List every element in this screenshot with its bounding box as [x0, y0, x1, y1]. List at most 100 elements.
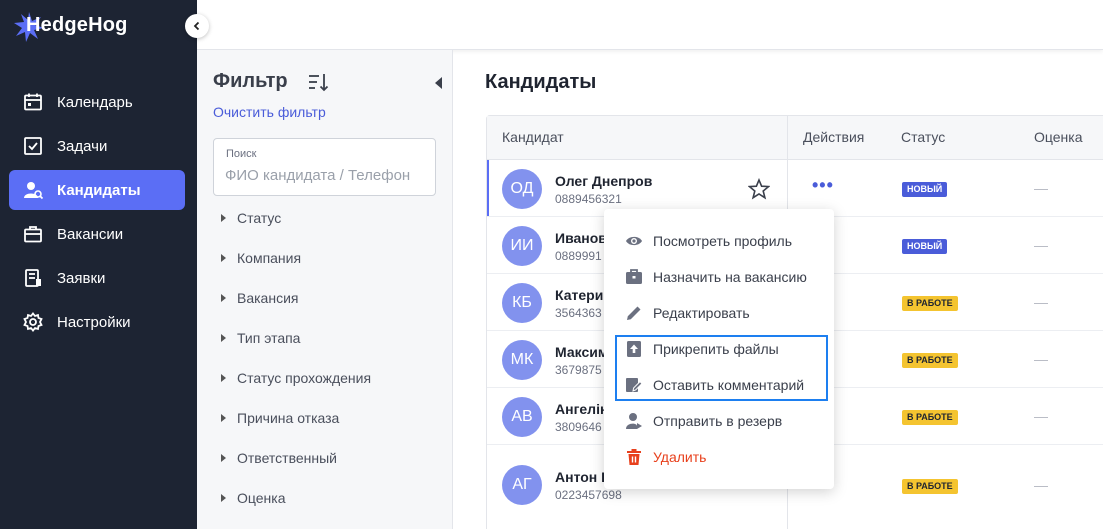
facet-company[interactable]: Компания — [221, 247, 301, 269]
page-title: Кандидаты — [485, 71, 597, 93]
gear-icon — [23, 312, 43, 332]
rating-value: — — [1034, 477, 1048, 493]
sidebar-item-label: Настройки — [57, 313, 131, 331]
sidebar-item-settings[interactable]: Настройки — [9, 302, 185, 342]
avatar: МК — [502, 340, 542, 380]
rating-value: — — [1034, 294, 1048, 310]
sidebar-item-vacancies[interactable]: Вакансии — [9, 214, 185, 254]
sidebar-item-label: Календарь — [57, 93, 133, 111]
table-header: Кандидат Действия Статус Оценка — [487, 116, 1103, 160]
actions-menu-button[interactable]: ••• — [812, 175, 834, 196]
column-header-actions: Действия — [803, 129, 865, 145]
facet-label: Оценка — [237, 490, 286, 506]
upload-file-icon — [625, 340, 643, 358]
trash-icon — [625, 448, 643, 466]
facet-responsible[interactable]: Ответственный — [221, 447, 337, 469]
facet-rating[interactable]: Оценка — [221, 487, 286, 509]
sidebar: HedgeHog Календарь Задачи Кандидаты Вака… — [0, 0, 197, 529]
sidebar-item-label: Заявки — [57, 269, 106, 287]
facet-label: Статус — [237, 210, 282, 226]
search-field[interactable]: Поиск — [213, 138, 436, 196]
comment-edit-icon — [625, 376, 643, 394]
candidate-phone: 3679875 — [555, 363, 602, 377]
status-badge: В РАБОТЕ — [902, 296, 958, 311]
facet-stage-type[interactable]: Тип этапа — [221, 327, 300, 349]
facet-status[interactable]: Статус — [221, 207, 281, 229]
sidebar-item-candidates[interactable]: Кандидаты — [9, 170, 185, 210]
menu-item-label: Редактировать — [653, 305, 750, 321]
sidebar-nav: Календарь Задачи Кандидаты Вакансии Заяв… — [9, 82, 185, 346]
sort-icon[interactable] — [307, 71, 329, 93]
status-badge: В РАБОТЕ — [902, 410, 958, 425]
rating-value: — — [1034, 351, 1048, 367]
sidebar-collapse-button[interactable] — [185, 14, 209, 38]
avatar: ОД — [502, 169, 542, 209]
menu-item-delete[interactable]: Удалить — [604, 439, 834, 475]
candidate-phone: 3809646 — [555, 420, 602, 434]
avatar: АВ — [502, 397, 542, 437]
caret-right-icon — [221, 374, 226, 382]
star-icon[interactable] — [747, 177, 771, 200]
menu-item-send-to-reserve[interactable]: Отправить в резерв — [604, 403, 834, 439]
sidebar-item-label: Кандидаты — [57, 181, 141, 199]
candidate-name[interactable]: Антон Г — [555, 469, 605, 485]
caret-right-icon — [221, 214, 226, 222]
facet-rejection-reason[interactable]: Причина отказа — [221, 407, 339, 429]
menu-item-leave-comment[interactable]: Оставить комментарий — [604, 367, 834, 403]
sidebar-item-requests[interactable]: Заявки — [9, 258, 185, 298]
search-input[interactable] — [225, 164, 425, 186]
checkbox-icon — [23, 136, 43, 156]
avatar: КБ — [502, 283, 542, 323]
pencil-icon — [625, 304, 643, 322]
candidate-name[interactable]: Олег Днепров — [555, 173, 652, 189]
avatar: АГ — [502, 465, 542, 505]
candidate-icon — [23, 180, 43, 200]
menu-item-label: Прикрепить файлы — [653, 341, 779, 357]
facet-vacancy[interactable]: Вакансия — [221, 287, 298, 309]
candidate-name[interactable]: Катери — [555, 287, 605, 303]
eye-icon — [625, 232, 643, 250]
caret-right-icon — [221, 254, 226, 262]
candidate-phone: 0889991 — [555, 249, 602, 263]
clear-filter-link[interactable]: Очистить фильтр — [213, 104, 326, 120]
filter-title: Фильтр — [213, 70, 288, 92]
column-header-candidate[interactable]: Кандидат — [502, 129, 564, 145]
filter-collapse-icon[interactable] — [435, 77, 442, 89]
menu-item-attach-files[interactable]: Прикрепить файлы — [604, 331, 834, 367]
candidate-name[interactable]: Максим — [555, 344, 605, 360]
status-badge: НОВЫЙ — [902, 182, 948, 197]
caret-right-icon — [221, 494, 226, 502]
candidate-phone: 0223457698 — [555, 488, 622, 502]
calendar-icon — [23, 92, 43, 112]
menu-item-label: Оставить комментарий — [653, 377, 805, 393]
person-reserve-icon — [625, 412, 643, 430]
candidate-actions-menu: Посмотреть профиль Назначить на вакансию… — [604, 209, 834, 489]
menu-item-view-profile[interactable]: Посмотреть профиль — [604, 223, 834, 259]
sidebar-item-calendar[interactable]: Календарь — [9, 82, 185, 122]
caret-right-icon — [221, 334, 226, 342]
top-bar — [197, 0, 1103, 50]
menu-item-label: Назначить на вакансию — [653, 269, 807, 285]
candidate-phone: 3564363 — [555, 306, 602, 320]
app-logo[interactable]: HedgeHog — [14, 12, 127, 42]
menu-item-assign-vacancy[interactable]: Назначить на вакансию — [604, 259, 834, 295]
menu-item-edit[interactable]: Редактировать — [604, 295, 834, 331]
rating-value: — — [1034, 237, 1048, 253]
briefcase-icon — [23, 224, 43, 244]
column-header-status[interactable]: Статус — [901, 129, 945, 145]
facet-label: Причина отказа — [237, 410, 340, 426]
candidate-phone: 0889456321 — [555, 192, 622, 206]
sidebar-item-tasks[interactable]: Задачи — [9, 126, 185, 166]
caret-right-icon — [221, 294, 226, 302]
facet-progress-status[interactable]: Статус прохождения — [221, 367, 371, 389]
rating-value: — — [1034, 408, 1048, 424]
facet-label: Тип этапа — [237, 330, 301, 346]
facet-label: Вакансия — [237, 290, 299, 306]
menu-item-label: Отправить в резерв — [653, 413, 783, 429]
candidate-name[interactable]: Ангелін — [555, 401, 605, 417]
request-icon — [23, 268, 43, 288]
column-header-rating[interactable]: Оценка — [1034, 129, 1083, 145]
candidate-name[interactable]: Иванов — [555, 230, 605, 246]
status-badge: В РАБОТЕ — [902, 353, 958, 368]
rating-value: — — [1034, 180, 1048, 196]
